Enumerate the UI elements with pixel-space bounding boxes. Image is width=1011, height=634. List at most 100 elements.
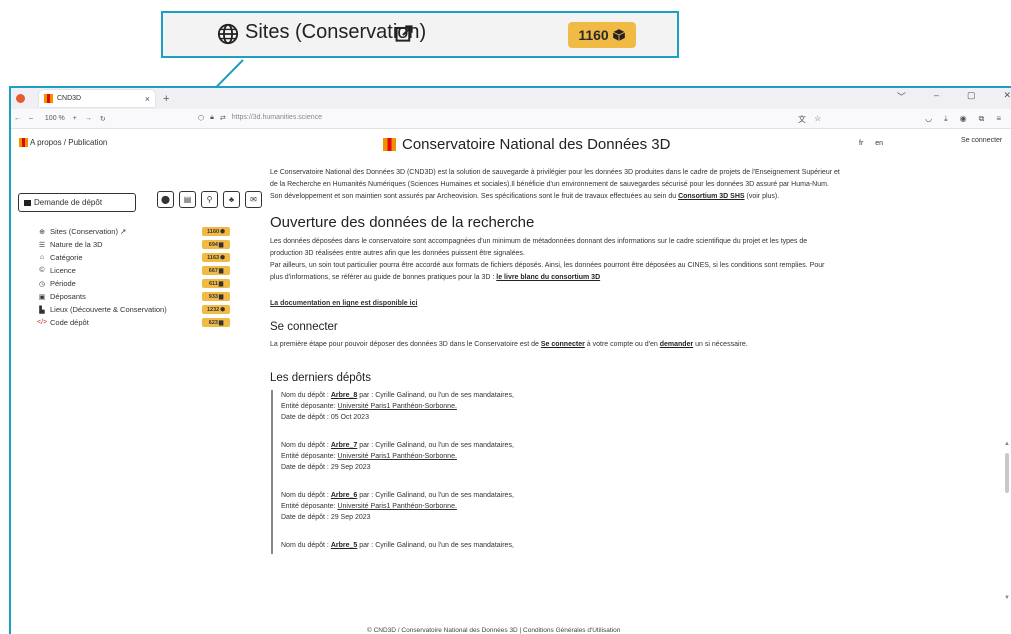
open-data-line: Par ailleurs, un soin tout particulier p… (270, 262, 825, 269)
facet-deposants[interactable]: ▣ Déposants 933 ▆ (37, 290, 232, 303)
facet-code[interactable]: </> Code dépôt 623 ▆ (37, 316, 232, 329)
documentation-link[interactable]: La documentation en ligne est disponible… (270, 300, 417, 307)
deposit-link[interactable]: Arbre_6 (331, 492, 357, 499)
facet-label: Catégorie (50, 253, 83, 262)
list-all-tabs-icon[interactable]: ﹀ (897, 90, 906, 103)
facet-count: 1163 (207, 254, 220, 261)
maximize-icon[interactable]: ▢ (967, 90, 976, 103)
external-link-icon (395, 25, 413, 42)
facet-label: Déposants (50, 292, 86, 301)
date-label: Date de dépôt : (281, 514, 329, 521)
back-icon[interactable]: ← (14, 115, 21, 122)
deposit-item: Nom du dépôt : Arbre_6 par : Cyrille Gal… (281, 490, 671, 523)
facet-count-badge: 667 ▆ (202, 266, 230, 275)
deposit-by: par : Cyrille Galinand, ou l'un de ses m… (359, 492, 514, 499)
box-icon: ▆ (218, 267, 224, 274)
account-icon[interactable]: ◉ (960, 114, 967, 124)
footer: © CND3D / Conservatoire National des Don… (367, 627, 621, 634)
browser-tab[interactable]: CND3D × (39, 90, 155, 107)
facet-sites[interactable]: ⊕ Sites (Conservation) ↗ 1160 ⬢ (37, 225, 232, 238)
deposit-link[interactable]: Arbre_7 (331, 442, 357, 449)
deposit-date-line: Date de dépôt : 29 Sep 2023 (281, 512, 671, 523)
zoom-in-icon[interactable]: + (73, 115, 77, 122)
entity-link[interactable]: Université Paris1 Panthéon-Sorbonne. (337, 453, 456, 460)
lang-fr[interactable]: fr (859, 140, 863, 147)
connect-link[interactable]: Se connecter (541, 341, 585, 348)
cube-icon: ⬢ (220, 254, 225, 261)
deposit-name-line: Nom du dépôt : Arbre_8 par : Cyrille Gal… (281, 390, 671, 401)
shield-icon: ⬡ (198, 115, 205, 122)
facet-nature[interactable]: ☰ Nature de la 3D 694 ▆ (37, 238, 232, 251)
pocket-icon[interactable]: ◡ (925, 114, 932, 124)
facet-label: Licence (50, 266, 76, 275)
apropos-link[interactable]: A propos / Publication (19, 138, 107, 147)
box-icon: ▆ (218, 319, 224, 326)
scroll-down-icon[interactable]: ▼ (1004, 595, 1010, 601)
scrollbar-thumb[interactable] (1005, 453, 1009, 493)
toolbar-right: ◡ ⤓ ◉ ⧉ ≡ (925, 114, 1001, 124)
extensions-icon[interactable]: ⧉ (979, 114, 985, 124)
facet-count: 933 (208, 293, 218, 300)
cube-icon: ⬢ (220, 228, 225, 235)
deposit-name-line: Nom du dépôt : Arbre_6 par : Cyrille Gal… (281, 490, 671, 501)
entity-link[interactable]: Université Paris1 Panthéon-Sorbonne. (337, 503, 456, 510)
close-window-icon[interactable]: ✕ (1003, 90, 1011, 103)
deposits-scrollbar[interactable]: ▲ ▼ (1003, 441, 1011, 601)
forward-icon[interactable]: → (85, 115, 92, 122)
minimize-icon[interactable]: – (934, 90, 939, 103)
menu-icon[interactable]: ≡ (996, 114, 1001, 124)
facet-categorie[interactable]: ⌂ Catégorie 1163 ⬢ (37, 251, 232, 264)
facet-periode[interactable]: ◷ Période 611 ▆ (37, 277, 232, 290)
depot-request-button[interactable]: Demande de dépôt (18, 193, 136, 212)
facet-licence[interactable]: © Licence 667 ▆ (37, 264, 232, 277)
connect-text: un si nécessaire. (695, 341, 748, 348)
lang-en[interactable]: en (875, 140, 883, 147)
name-label: Nom du dépôt : (281, 442, 329, 449)
bookmark-star-icon[interactable]: ☆ (814, 114, 821, 125)
entity-link[interactable]: Université Paris1 Panthéon-Sorbonne. (337, 403, 456, 410)
url-actions: 文 ☆ (798, 114, 821, 125)
users-button[interactable]: ♣ (223, 191, 240, 208)
login-link[interactable]: Se connecter (961, 137, 1002, 144)
facet-count: 623 (208, 319, 218, 326)
url-bar[interactable]: ⬡ 🔒︎ ⇄ https://3d.humanities.science (198, 114, 322, 122)
intro-text: Son développement et son maintien sont a… (270, 193, 677, 200)
url-text[interactable]: https://3d.humanities.science (232, 114, 322, 122)
reload-icon[interactable]: ↻ (100, 115, 106, 123)
deposit-link[interactable]: Arbre_5 (331, 542, 357, 549)
name-label: Nom du dépôt : (281, 492, 329, 499)
deposit-name-line: Nom du dépôt : Arbre_5 par : Cyrille Gal… (281, 540, 671, 551)
request-account-link[interactable]: demander (660, 341, 693, 348)
last-deposits-heading: Les derniers dépôts (270, 372, 372, 384)
zoom-level[interactable]: 100 % (45, 115, 65, 122)
zoom-out-icon[interactable]: – (29, 115, 33, 122)
book-button[interactable]: ▤ (179, 191, 196, 208)
deposit-by: par : Cyrille Galinand, ou l'un de ses m… (359, 442, 514, 449)
translate-icon[interactable]: 文 (798, 114, 806, 125)
white-paper-link[interactable]: le livre blanc du consortium 3D (496, 274, 600, 281)
book-icon: ▤ (183, 195, 192, 204)
cnd3d-logo-icon (383, 138, 396, 151)
external-link-icon: ↗ (119, 227, 127, 236)
open-data-line: plus d'informations, se référer au guide… (270, 272, 915, 284)
open-data-line: production 3D réalisées entre autres afi… (270, 250, 525, 257)
new-tab-icon[interactable]: + (163, 93, 169, 105)
map-marker-button[interactable]: ⬤ (157, 191, 174, 208)
cube-icon (612, 29, 625, 41)
icon-button-group: ⬤ ▤ ⚲ ♣ ✉ (157, 191, 262, 208)
mail-button[interactable]: ✉ (245, 191, 262, 208)
open-data-line: Les données déposées dans le conservatoi… (270, 238, 808, 245)
download-icon[interactable]: ⤓ (944, 114, 948, 124)
scroll-up-icon[interactable]: ▲ (1004, 441, 1010, 447)
facet-label: Code dépôt (50, 318, 89, 327)
deposit-entity-line: Entité déposante: Université Paris1 Pant… (281, 451, 671, 462)
deposit-date-line: Date de dépôt : 05 Oct 2023 (281, 412, 671, 423)
consortium-link[interactable]: Consortium 3D SHS (678, 193, 745, 200)
deposit-date: 05 Oct 2023 (330, 414, 369, 421)
facet-count: 667 (208, 267, 218, 274)
facet-lieux[interactable]: ▙ Lieux (Découverte & Conservation) 1232… (37, 303, 232, 316)
search-button[interactable]: ⚲ (201, 191, 218, 208)
site-title-text: Conservatoire National des Données 3D (402, 136, 671, 153)
close-tab-icon[interactable]: × (145, 94, 150, 104)
deposit-link[interactable]: Arbre_8 (331, 392, 357, 399)
